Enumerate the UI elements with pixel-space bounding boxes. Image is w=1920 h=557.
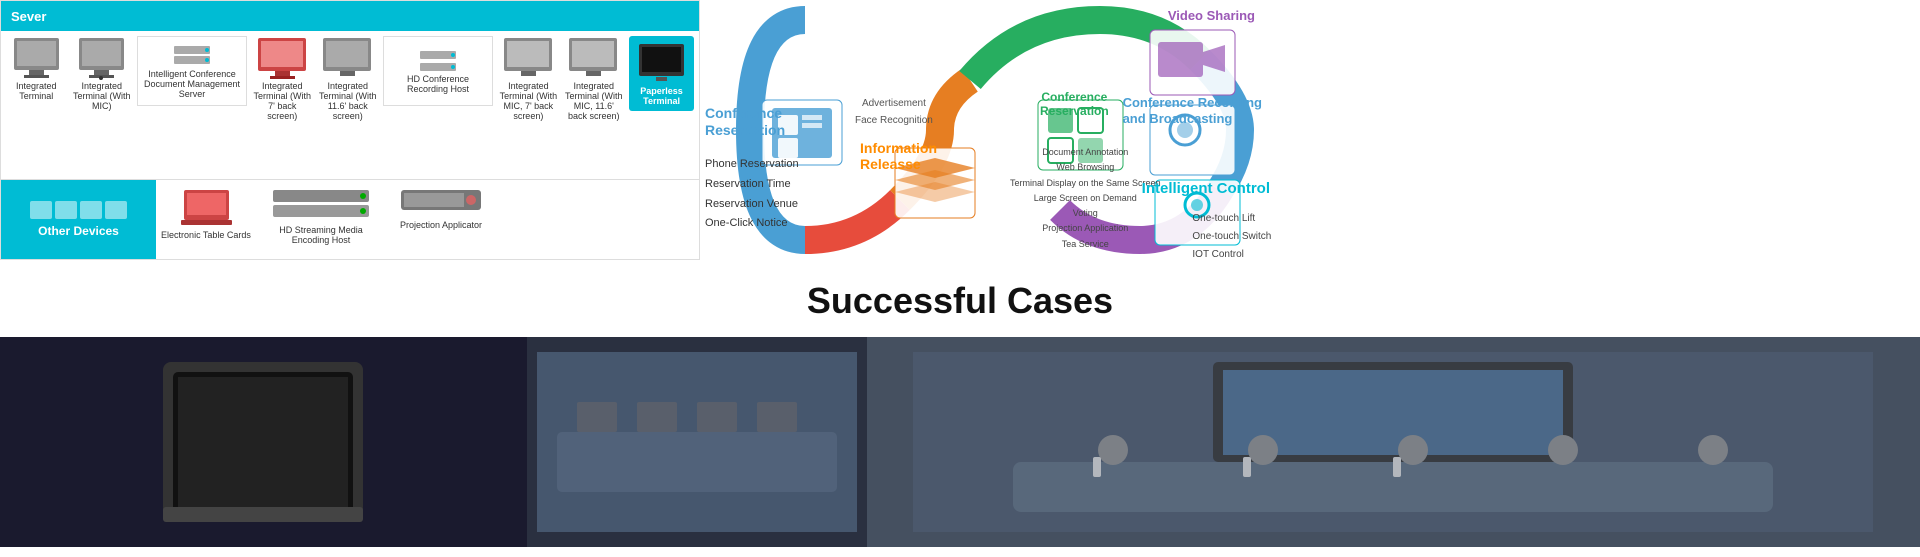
conf-res-title-label: ConferenceReservation (705, 105, 785, 139)
conf-res-list: Phone ReservationReservation TimeReserva… (705, 155, 799, 234)
conf-annotation-list: Document AnnotationWeb BrowsingTerminal … (1010, 145, 1161, 252)
other-devices-block: Other Devices (1, 180, 156, 259)
device-projection: Projection Applicator (391, 185, 491, 230)
device-electronic-table: Electronic Table Cards (161, 185, 251, 240)
info-release-label: InformationReleasse (860, 140, 937, 172)
paperless-terminal-label: Paperless Terminal (634, 86, 689, 106)
device-integrated-terminal: Integrated Terminal (6, 36, 66, 101)
left-panel: Sever Integrated Terminal (0, 0, 700, 260)
device-integrated-116back: Integrated Terminal (With 11.6' back scr… (318, 36, 378, 121)
successful-cases-title: Successful Cases (0, 280, 1920, 322)
device-integrated-7back: Integrated Terminal (With 7' back screen… (252, 36, 312, 121)
server-label: Sever (11, 9, 46, 24)
device-label: Projection Applicator (400, 220, 482, 230)
device-paperless-terminal: Paperless Terminal (629, 36, 694, 111)
device-label: Integrated Terminal (With 11.6' back scr… (318, 81, 378, 121)
conf-rec-label: Conference Recordingand Broadcasting (1123, 95, 1262, 126)
devices-top-row: Integrated Terminal Integrated Terminal … (1, 31, 699, 179)
device-label: Integrated Terminal (With MIC, 11.6' bac… (564, 81, 624, 121)
device-hd-streaming: HD Streaming Media Encoding Host (261, 185, 381, 245)
device-integrated-mic: Integrated Terminal (With MIC) (71, 36, 131, 111)
intelligent-ctrl-list: One-touch LiftOne-touch SwitchIOT Contro… (1192, 210, 1278, 260)
device-label: Electronic Table Cards (161, 230, 251, 240)
video-sharing-label: Video Sharing (1168, 8, 1255, 23)
intelligent-ctrl-title: Intelligent Control (1142, 180, 1270, 202)
server-label-hd: HD Conference Recording Host (387, 74, 489, 94)
device-label: HD Streaming Media Encoding Host (261, 225, 381, 245)
device-label: Integrated Terminal (6, 81, 66, 101)
device-integrated-mic-7back: Integrated Terminal (With MIC, 7' back s… (498, 36, 558, 121)
conf-annotation-title: ConferenceReservation (1040, 90, 1109, 118)
device-label: Integrated Terminal (With MIC) (71, 81, 131, 111)
device-integrated-mic-116back: Integrated Terminal (With MIC, 11.6' bac… (564, 36, 624, 121)
device-label: Integrated Terminal (With MIC, 7' back s… (498, 81, 558, 121)
bottom-devices-items: Electronic Table Cards HD Streaming Medi… (156, 180, 699, 259)
center-diagram: ConferenceReservation Phone ReservationR… (700, 0, 1320, 260)
devices-bottom-row: Other Devices Electronic Table Cards (1, 179, 699, 259)
info-release-subitems: AdvertisementFace Recognition (855, 95, 933, 129)
server-hd-recording: HD Conference Recording Host (383, 36, 493, 106)
other-devices-label: Other Devices (38, 224, 119, 238)
server-label-intelligent: Intelligent Conference Document Manageme… (141, 69, 243, 99)
server-intelligent-conference: Intelligent Conference Document Manageme… (137, 36, 247, 106)
device-label: Integrated Terminal (With 7' back screen… (252, 81, 312, 121)
bottom-section: Successful Cases (0, 260, 1920, 557)
